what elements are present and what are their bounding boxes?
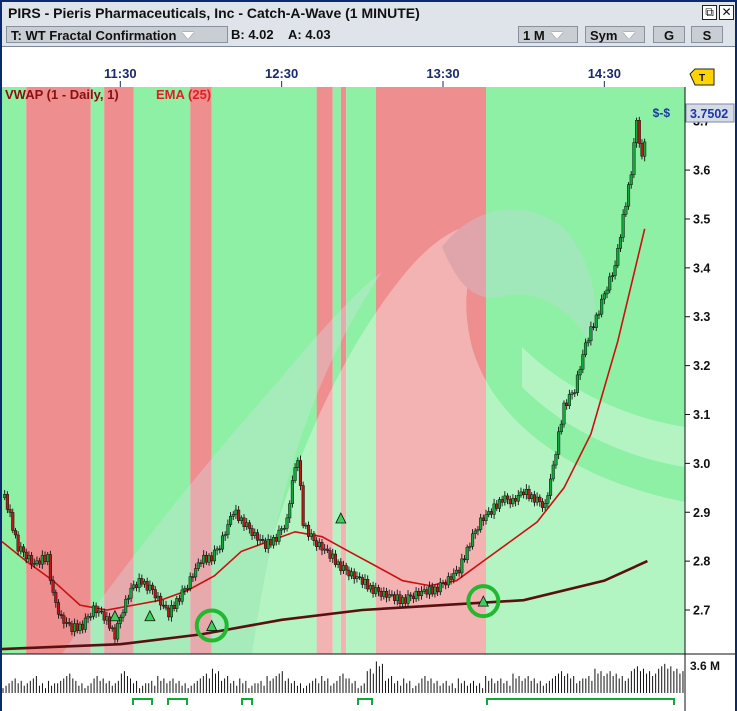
y-tick-label: 2.9 [693,506,710,520]
s-button[interactable]: S [691,26,723,43]
flag-label: T [699,73,705,84]
candle [562,400,566,428]
g-button[interactable]: G [653,26,685,43]
interval-label: 1 M [523,28,545,43]
flag-marker[interactable]: T [689,68,715,86]
x-tick-label: 13:30 [426,66,459,81]
ask-label: A: 4.03 [288,27,331,42]
y-tick-label: 3.5 [693,212,710,226]
y-tick-label: 3.6 [693,164,710,178]
candle [11,508,15,534]
y-tick-label: 3.2 [693,359,710,373]
y-tick-label: 2.8 [693,555,710,569]
candle [298,455,303,491]
y-tick-label: 2.7 [693,604,710,618]
candle [621,209,625,243]
chart-window: PIRS - Pieris Pharmaceuticals, Inc - Cat… [0,0,737,711]
chart-toolbar: T: WT Fractal Confirmation B: 4.02 A: 4.… [2,24,735,47]
y-tick-label: 3.3 [693,310,710,324]
sym-dropdown[interactable]: Sym [585,26,645,43]
candle [557,426,561,460]
y-tick-label: 3.0 [693,457,710,471]
restore-icon[interactable]: ⧉ [702,5,717,20]
x-tick-label: 11:30 [104,66,137,81]
zone-bull [2,87,27,654]
candle [626,182,631,210]
candle [632,138,636,179]
candle [301,481,305,529]
chevron-down-icon [623,32,636,40]
chevron-down-icon [182,32,195,40]
close-icon[interactable]: ✕ [719,5,734,20]
price-chart[interactable]: 11:30 12:30 13:30 14:30 2.7 2.8 2.9 3.0 3.1 3.2 3… [2,47,735,711]
x-tick-label: 14:30 [588,66,621,81]
zone-bull [90,87,105,654]
bid-label: B: 4.02 [231,27,274,42]
window-title: PIRS - Pieris Pharmaceuticals, Inc - Cat… [8,5,420,21]
volume-axis-label: 3.6 M [690,659,720,673]
sym-label: Sym [590,28,618,43]
legend-ema[interactable]: EMA (25) [156,87,211,102]
legend-vwap[interactable]: VWAP (1 - Daily, 1) [5,87,119,102]
y-tick-label: 3.1 [693,408,710,422]
x-tick-label: 12:30 [265,66,298,81]
y-tick-label: 3.4 [693,261,710,275]
last-price-label: 3.7502 [690,107,728,121]
candle [48,550,52,585]
last-price-marker: 3.7502 [685,103,735,123]
chevron-down-icon [550,32,563,40]
template-label: T: WT Fractal Confirmation [11,28,177,43]
interval-dropdown[interactable]: 1 M [518,26,578,43]
title-bar[interactable]: PIRS - Pieris Pharmaceuticals, Inc - Cat… [2,2,735,25]
template-dropdown[interactable]: T: WT Fractal Confirmation [6,26,228,43]
alert-label: $-$ [653,106,671,120]
candle [637,116,641,148]
